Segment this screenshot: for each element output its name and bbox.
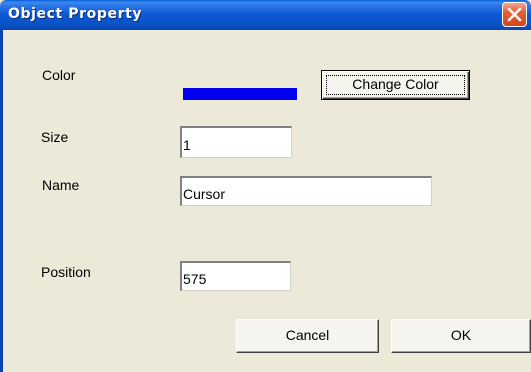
position-field[interactable]	[180, 261, 291, 291]
change-color-button[interactable]: Change Color	[321, 70, 470, 100]
title-bar[interactable]: Object Property	[0, 0, 531, 30]
object-property-dialog: Object Property Color Change Color Size …	[0, 0, 531, 372]
size-label: Size	[41, 129, 69, 145]
window-frame-left	[0, 30, 3, 372]
cancel-button-label: Cancel	[285, 327, 330, 343]
close-button[interactable]	[502, 2, 527, 27]
close-icon	[507, 7, 522, 22]
position-label: Position	[41, 264, 91, 280]
color-label: Color	[42, 67, 76, 83]
color-swatch	[183, 88, 297, 100]
focus-rectangle	[326, 75, 465, 95]
cancel-button[interactable]: Cancel	[236, 319, 379, 353]
ok-button-label: OK	[450, 327, 472, 343]
name-label: Name	[42, 177, 80, 193]
ok-button[interactable]: OK	[391, 319, 531, 353]
size-field[interactable]	[180, 126, 292, 158]
window-title: Object Property	[8, 6, 143, 22]
name-field[interactable]	[180, 176, 432, 206]
